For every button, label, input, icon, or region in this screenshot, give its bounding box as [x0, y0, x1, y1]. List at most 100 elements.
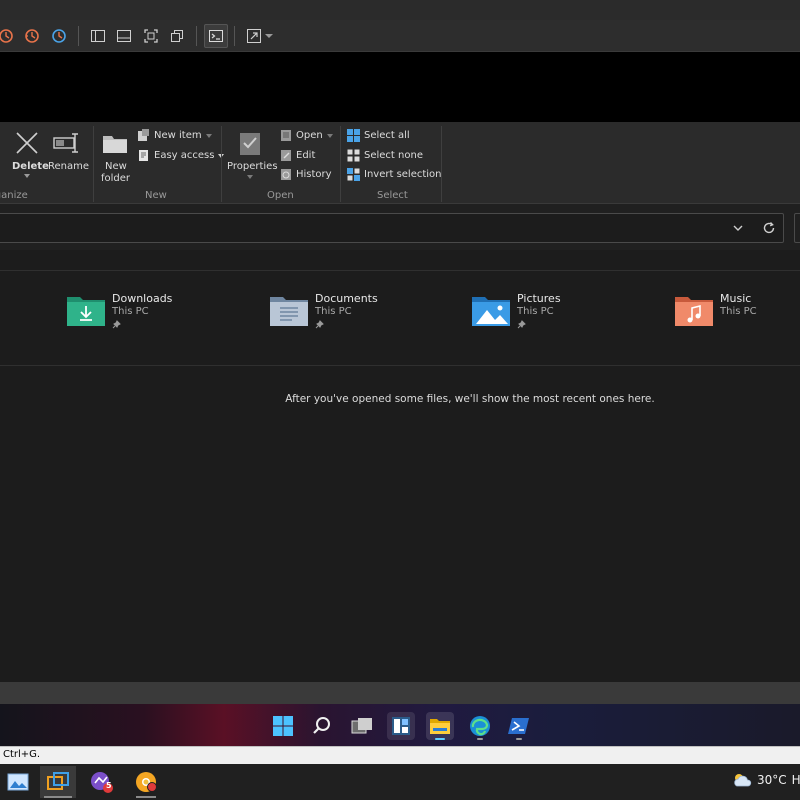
hint-text: Ctrl+G. [3, 749, 41, 760]
terminal-icon[interactable] [204, 24, 228, 48]
dropdown-arrow-icon[interactable] [262, 24, 276, 48]
host-taskbar: 5 [0, 764, 800, 800]
search-box[interactable] [794, 213, 800, 243]
open-label: Open [296, 130, 323, 141]
music-folder-icon [675, 297, 713, 326]
invert-selection-button[interactable]: Invert selection [347, 168, 442, 181]
sidebar-layout-icon[interactable] [86, 24, 110, 48]
powershell-icon[interactable] [505, 712, 533, 740]
item-location: This PC [315, 306, 352, 317]
section-divider [0, 270, 800, 271]
open-group-label: Open [267, 190, 294, 201]
organize-group-label: Organize [0, 190, 28, 201]
quick-access-item-documents[interactable]: Documents This PC [270, 290, 400, 334]
address-bar[interactable] [0, 213, 784, 243]
pin-icon [315, 320, 324, 329]
weather-temperature: 30°C [757, 773, 787, 787]
active-indicator [44, 796, 72, 798]
pin-icon [112, 320, 121, 329]
toolbar-divider [196, 26, 197, 46]
pin-icon [517, 320, 526, 329]
rename-label: Rename [48, 161, 90, 172]
item-location: This PC [112, 306, 149, 317]
easy-access-button[interactable]: Easy access [137, 149, 225, 162]
host-title-bar [0, 0, 800, 20]
chrome-canary-icon[interactable] [128, 766, 164, 798]
ribbon: Delete Rename Organize New folder New it… [0, 122, 800, 204]
edit-button[interactable]: Edit [280, 149, 315, 162]
select-all-label: Select all [364, 130, 410, 141]
weather-widget[interactable]: 30°C H [732, 772, 800, 788]
properties-button[interactable] [238, 130, 262, 156]
host-toolbar [0, 20, 800, 52]
item-name: Downloads [112, 292, 173, 305]
messaging-app-icon[interactable]: 5 [84, 766, 120, 798]
properties-dropdown-icon[interactable] [247, 175, 253, 179]
notification-badge: 5 [106, 781, 112, 790]
easy-access-label: Easy access [154, 150, 215, 161]
photo-viewer-icon[interactable] [0, 766, 36, 798]
widgets-icon[interactable] [387, 712, 415, 740]
active-indicator [435, 738, 445, 740]
bottom-panel-layout-icon[interactable] [112, 24, 136, 48]
quick-access-item-music[interactable]: Music This PC [675, 290, 800, 334]
partly-cloudy-icon [734, 774, 752, 787]
file-explorer-icon[interactable] [426, 712, 454, 740]
new-item-label: New item [154, 130, 202, 141]
invert-selection-label: Invert selection [364, 169, 442, 180]
history-button[interactable]: History [280, 168, 332, 181]
ribbon-divider [221, 126, 222, 202]
ribbon-divider [93, 126, 94, 202]
restore-window-icon[interactable] [165, 24, 189, 48]
windows-taskbar [0, 704, 800, 746]
rename-button[interactable] [53, 131, 81, 155]
new-folder-button[interactable] [102, 132, 128, 154]
quick-access-item-pictures[interactable]: Pictures This PC [472, 290, 602, 334]
toolbar-divider [234, 26, 235, 46]
task-view-icon[interactable] [348, 712, 376, 740]
fullscreen-icon[interactable] [139, 24, 163, 48]
select-group-label: Select [377, 190, 408, 201]
delete-dropdown-icon[interactable] [24, 174, 30, 178]
window-title-area [0, 52, 800, 122]
running-indicator [516, 738, 522, 740]
downloads-folder-icon [67, 297, 105, 326]
edge-icon[interactable] [466, 712, 494, 740]
delete-button[interactable] [14, 130, 40, 156]
select-none-label: Select none [364, 150, 423, 161]
vm-app-icon[interactable] [40, 766, 76, 798]
running-indicator [477, 738, 483, 740]
history-alt-icon[interactable] [20, 24, 44, 48]
pictures-folder-icon [472, 297, 510, 326]
open-button[interactable]: Open [280, 129, 333, 142]
edit-label: Edit [296, 150, 316, 161]
chevron-down-icon[interactable] [733, 225, 743, 232]
delete-label: Delete [12, 161, 49, 172]
hint-bar: Ctrl+G. [0, 746, 800, 764]
refresh-icon[interactable] [762, 221, 776, 235]
ribbon-divider [441, 126, 442, 202]
history-clock-icon[interactable] [47, 24, 71, 48]
ribbon-divider [340, 126, 341, 202]
new-folder-label: New [105, 161, 127, 172]
section-divider [0, 365, 800, 366]
item-name: Documents [315, 292, 378, 305]
select-all-button[interactable]: Select all [347, 129, 410, 142]
documents-folder-icon [270, 297, 308, 326]
recent-files-empty-message: After you've opened some files, we'll sh… [285, 393, 655, 405]
new-item-button[interactable]: New item [137, 129, 212, 142]
item-location: This PC [517, 306, 554, 317]
select-none-button[interactable]: Select none [347, 149, 423, 162]
history-icon[interactable] [0, 24, 18, 48]
start-icon[interactable] [269, 712, 297, 740]
toolbar-divider [78, 26, 79, 46]
item-location: This PC [720, 306, 757, 317]
new-group-label: New [145, 190, 167, 201]
search-icon[interactable] [308, 712, 336, 740]
weather-extra: H [791, 773, 800, 787]
status-strip [0, 682, 800, 704]
running-indicator [136, 796, 156, 798]
history-label: History [296, 169, 332, 180]
quick-access-item-downloads[interactable]: Downloads This PC [67, 290, 197, 334]
new-folder-label: folder [101, 173, 131, 184]
